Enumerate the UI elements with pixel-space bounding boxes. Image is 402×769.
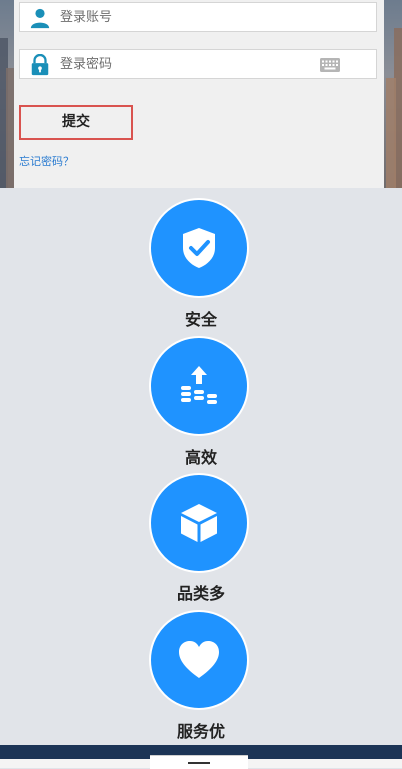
account-input[interactable] bbox=[60, 3, 320, 31]
feature-efficiency-icon-circle bbox=[149, 336, 249, 436]
building-right-2 bbox=[386, 78, 396, 188]
shield-check-icon bbox=[183, 228, 215, 268]
coins-arrow-up-icon bbox=[181, 366, 217, 404]
feature-service-label: 服务优 bbox=[176, 722, 225, 741]
password-input[interactable] bbox=[60, 50, 320, 78]
menu-icon bbox=[188, 762, 210, 764]
feature-service-icon-circle bbox=[149, 610, 249, 710]
feature-efficiency-label: 高效 bbox=[184, 448, 217, 467]
bottom-tab-handle[interactable] bbox=[150, 755, 248, 769]
keyboard-icon[interactable] bbox=[320, 58, 340, 72]
user-icon bbox=[30, 8, 50, 29]
heart-icon bbox=[179, 641, 219, 678]
forgot-password-link[interactable]: 忘记密码？ bbox=[19, 153, 74, 169]
feature-security-label: 安全 bbox=[184, 310, 217, 329]
box-icon bbox=[181, 504, 217, 542]
submit-button[interactable]: 提交 bbox=[19, 105, 133, 140]
account-field[interactable] bbox=[19, 2, 377, 32]
lock-icon bbox=[31, 54, 49, 76]
feature-variety-label: 品类多 bbox=[176, 584, 225, 603]
password-field[interactable] bbox=[19, 49, 377, 79]
feature-security-icon-circle bbox=[149, 198, 249, 298]
login-form: 提交 忘记密码？ bbox=[14, 0, 384, 188]
feature-variety-icon-circle bbox=[149, 473, 249, 573]
